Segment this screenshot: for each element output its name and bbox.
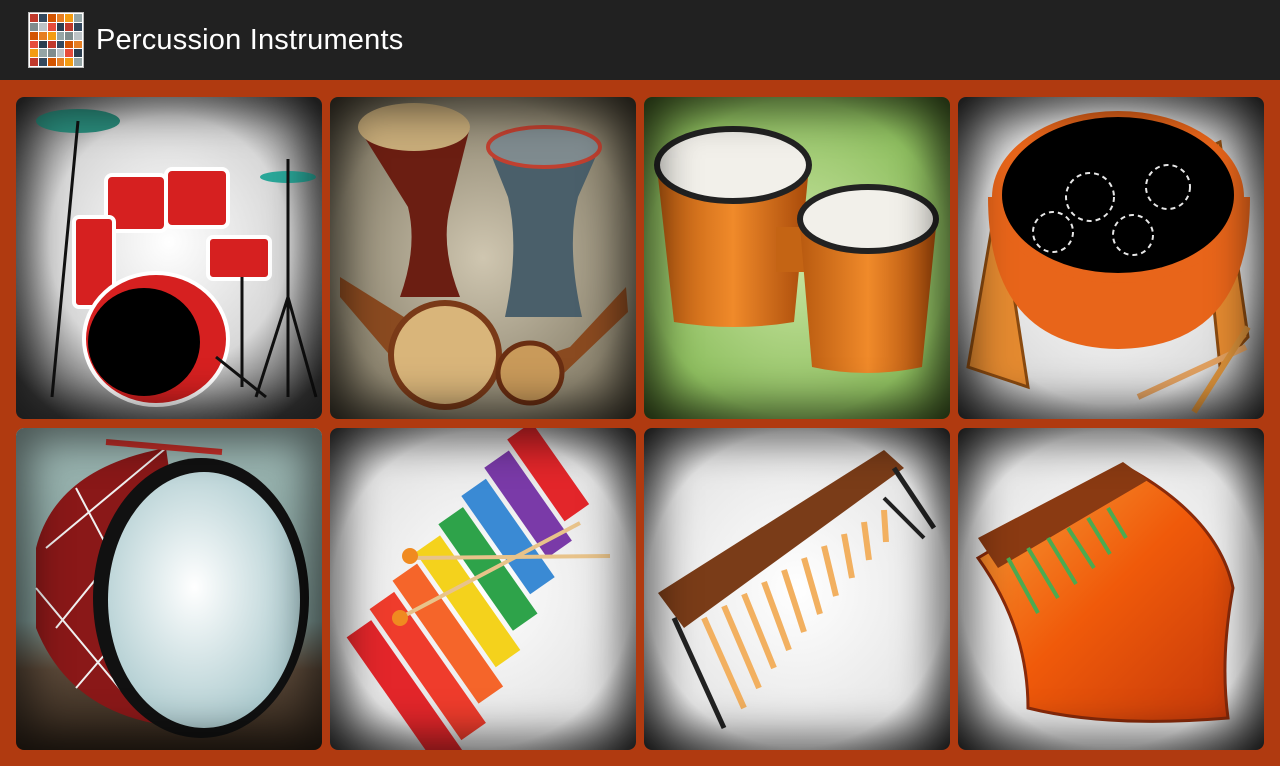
icon-collage-cell xyxy=(56,40,65,49)
icon-collage-cell xyxy=(47,14,56,22)
kalimba-icon xyxy=(958,428,1264,750)
bongo-drums-tile[interactable] xyxy=(644,97,950,419)
icon-collage-cell xyxy=(56,49,65,58)
icon-collage-cell xyxy=(47,22,56,31)
icon-collage-cell xyxy=(38,14,47,22)
app-bar: Percussion Instruments xyxy=(0,0,1280,80)
bass-drum-tile[interactable] xyxy=(16,428,322,750)
icon-collage-cell xyxy=(47,58,56,66)
icon-collage-cell xyxy=(65,22,74,31)
icon-collage-cell xyxy=(30,31,38,40)
bongo-drums-icon xyxy=(644,97,950,419)
app-title: Percussion Instruments xyxy=(96,23,404,56)
icon-collage-cell xyxy=(38,40,47,49)
icon-collage-cell xyxy=(30,58,38,66)
icon-collage-cell xyxy=(65,31,74,40)
icon-collage-cell xyxy=(30,22,38,31)
icon-collage-cell xyxy=(56,22,65,31)
darbuka-drums-icon xyxy=(330,97,636,419)
icon-collage-cell xyxy=(38,49,47,58)
icon-collage-cell xyxy=(74,49,82,58)
icon-collage-cell xyxy=(47,49,56,58)
icon-collage-cell xyxy=(56,14,65,22)
marimba-tile[interactable] xyxy=(644,428,950,750)
icon-collage-cell xyxy=(30,14,38,22)
icon-collage-cell xyxy=(56,58,65,66)
icon-collage-cell xyxy=(30,49,38,58)
icon-collage-cell xyxy=(74,40,82,49)
instrument-grid xyxy=(0,80,1280,766)
icon-collage-cell xyxy=(56,31,65,40)
icon-collage-cell xyxy=(74,14,82,22)
icon-collage-cell xyxy=(65,14,74,22)
xylophone-icon xyxy=(330,428,636,750)
xylophone-tile[interactable] xyxy=(330,428,636,750)
drum-kit-icon xyxy=(16,97,322,419)
icon-collage-cell xyxy=(74,22,82,31)
icon-collage-cell xyxy=(38,58,47,66)
icon-collage-cell xyxy=(47,31,56,40)
steel-pan-tile[interactable] xyxy=(958,97,1264,419)
kalimba-tile[interactable] xyxy=(958,428,1264,750)
icon-collage-cell xyxy=(74,31,82,40)
darbuka-drums-tile[interactable] xyxy=(330,97,636,419)
app-logo-icon xyxy=(28,12,84,68)
icon-collage-cell xyxy=(38,31,47,40)
steel-pan-icon xyxy=(958,97,1264,419)
drum-kit-tile[interactable] xyxy=(16,97,322,419)
icon-collage-cell xyxy=(65,49,74,58)
bass-drum-icon xyxy=(16,428,322,750)
icon-collage-cell xyxy=(65,58,74,66)
icon-collage-cell xyxy=(65,40,74,49)
icon-collage-cell xyxy=(47,40,56,49)
icon-collage-cell xyxy=(30,40,38,49)
marimba-icon xyxy=(644,428,950,750)
icon-collage-cell xyxy=(38,22,47,31)
icon-collage-cell xyxy=(74,58,82,66)
